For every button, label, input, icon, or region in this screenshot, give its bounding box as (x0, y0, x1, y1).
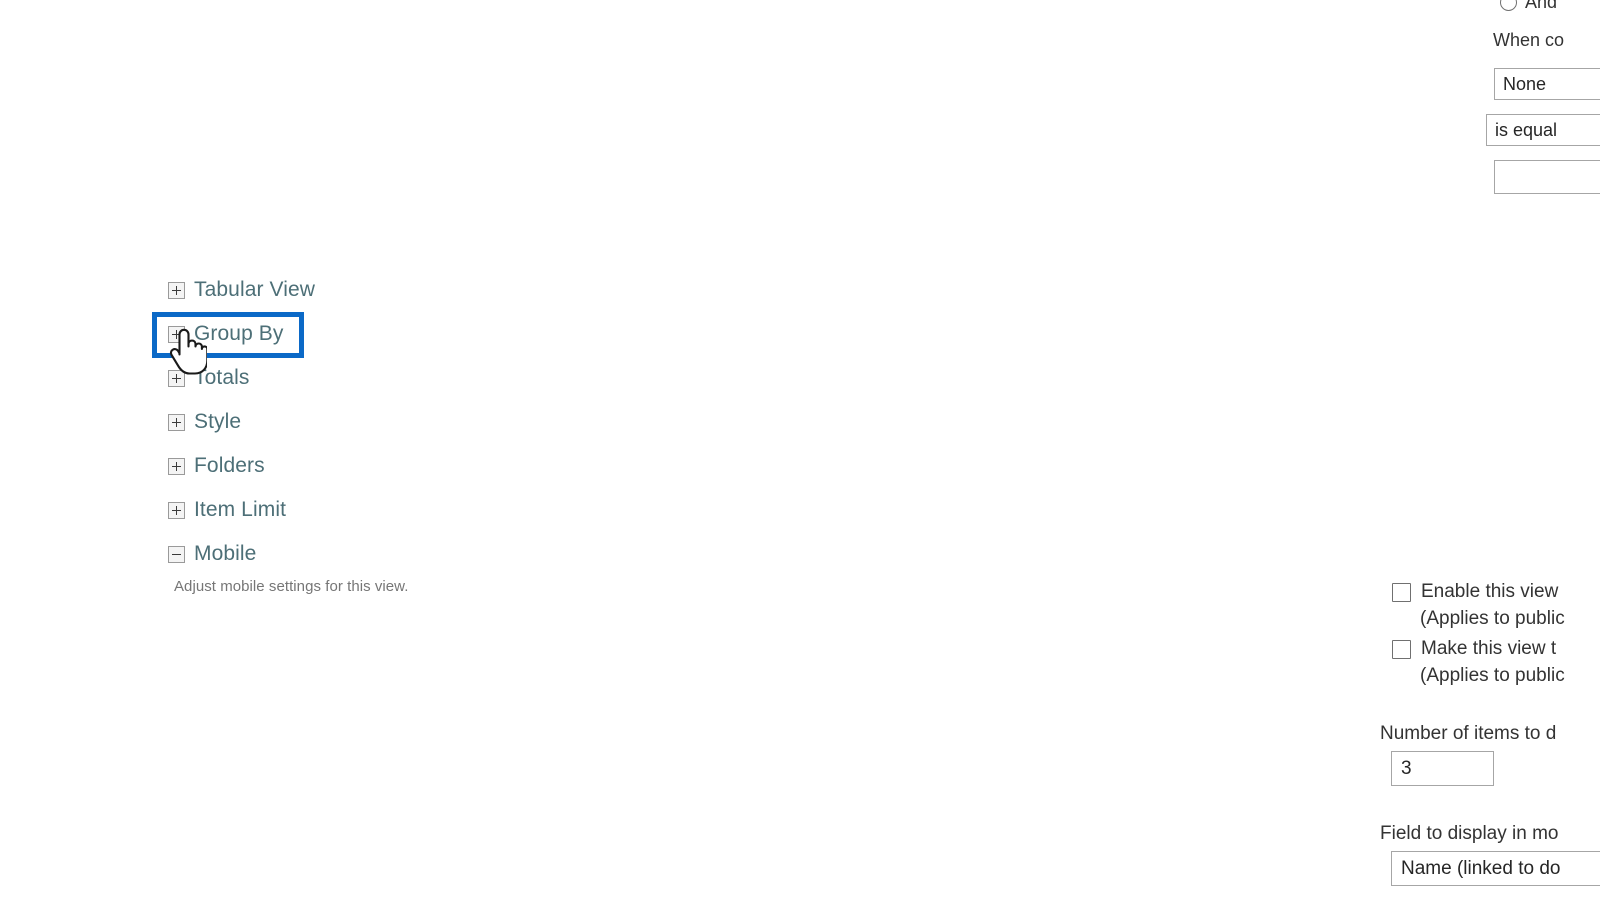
filter-and-radio-label: And (1525, 0, 1558, 12)
section-row-mobile[interactable]: Mobile (168, 536, 588, 572)
field-display-select[interactable]: Name (linked to do (1391, 851, 1600, 886)
section-label-tabular-view[interactable]: Tabular View (194, 277, 315, 303)
section-label-mobile[interactable]: Mobile (194, 541, 256, 567)
default-mobile-view-label: Make this view t (1421, 638, 1557, 659)
section-row-tabular-view[interactable]: Tabular View (168, 272, 588, 308)
section-row-style[interactable]: Style (168, 404, 588, 440)
section-row-folders[interactable]: Folders (168, 448, 588, 484)
filter-when-column-caption: When co (1493, 30, 1565, 50)
checkbox-icon[interactable] (1392, 640, 1411, 659)
default-mobile-view-note: (Applies to public (1420, 665, 1565, 686)
checkbox-icon[interactable] (1392, 583, 1411, 602)
plus-box-icon[interactable] (168, 369, 185, 387)
default-mobile-view-checkbox-row[interactable]: Make this view t (1392, 637, 1556, 661)
enable-mobile-view-checkbox-row[interactable]: Enable this view (1392, 580, 1558, 604)
section-row-group-by[interactable]: Group By (168, 316, 588, 352)
field-display-caption: Field to display in mo (1380, 823, 1559, 844)
filter-value-input[interactable] (1494, 160, 1600, 194)
plus-box-icon[interactable] (168, 501, 185, 519)
item-count-input[interactable]: 3 (1391, 751, 1494, 786)
filter-and-radio-row[interactable]: And (1500, 0, 1557, 13)
section-row-item-limit[interactable]: Item Limit (168, 492, 588, 528)
section-row-totals[interactable]: Totals (168, 360, 588, 396)
plus-box-icon[interactable] (168, 281, 185, 299)
filter-column-select[interactable]: None (1494, 68, 1600, 100)
item-count-caption: Number of items to d (1380, 723, 1557, 744)
section-label-folders[interactable]: Folders (194, 453, 265, 479)
plus-box-icon[interactable] (168, 457, 185, 475)
section-label-totals[interactable]: Totals (194, 365, 249, 391)
section-label-style[interactable]: Style (194, 409, 241, 435)
minus-box-icon[interactable] (168, 545, 185, 563)
view-settings-section-list: Tabular View Group By Totals Style Folde… (168, 272, 588, 580)
mobile-section-description: Adjust mobile settings for this view. (174, 578, 409, 595)
filter-operator-select[interactable]: is equal (1486, 114, 1600, 146)
section-label-group-by[interactable]: Group By (194, 321, 284, 347)
radio-button-icon[interactable] (1500, 0, 1517, 11)
enable-mobile-view-label: Enable this view (1421, 581, 1559, 602)
section-label-item-limit[interactable]: Item Limit (194, 497, 286, 523)
plus-box-icon[interactable] (168, 413, 185, 431)
enable-mobile-view-note: (Applies to public (1420, 608, 1565, 629)
plus-box-icon[interactable] (168, 325, 185, 343)
